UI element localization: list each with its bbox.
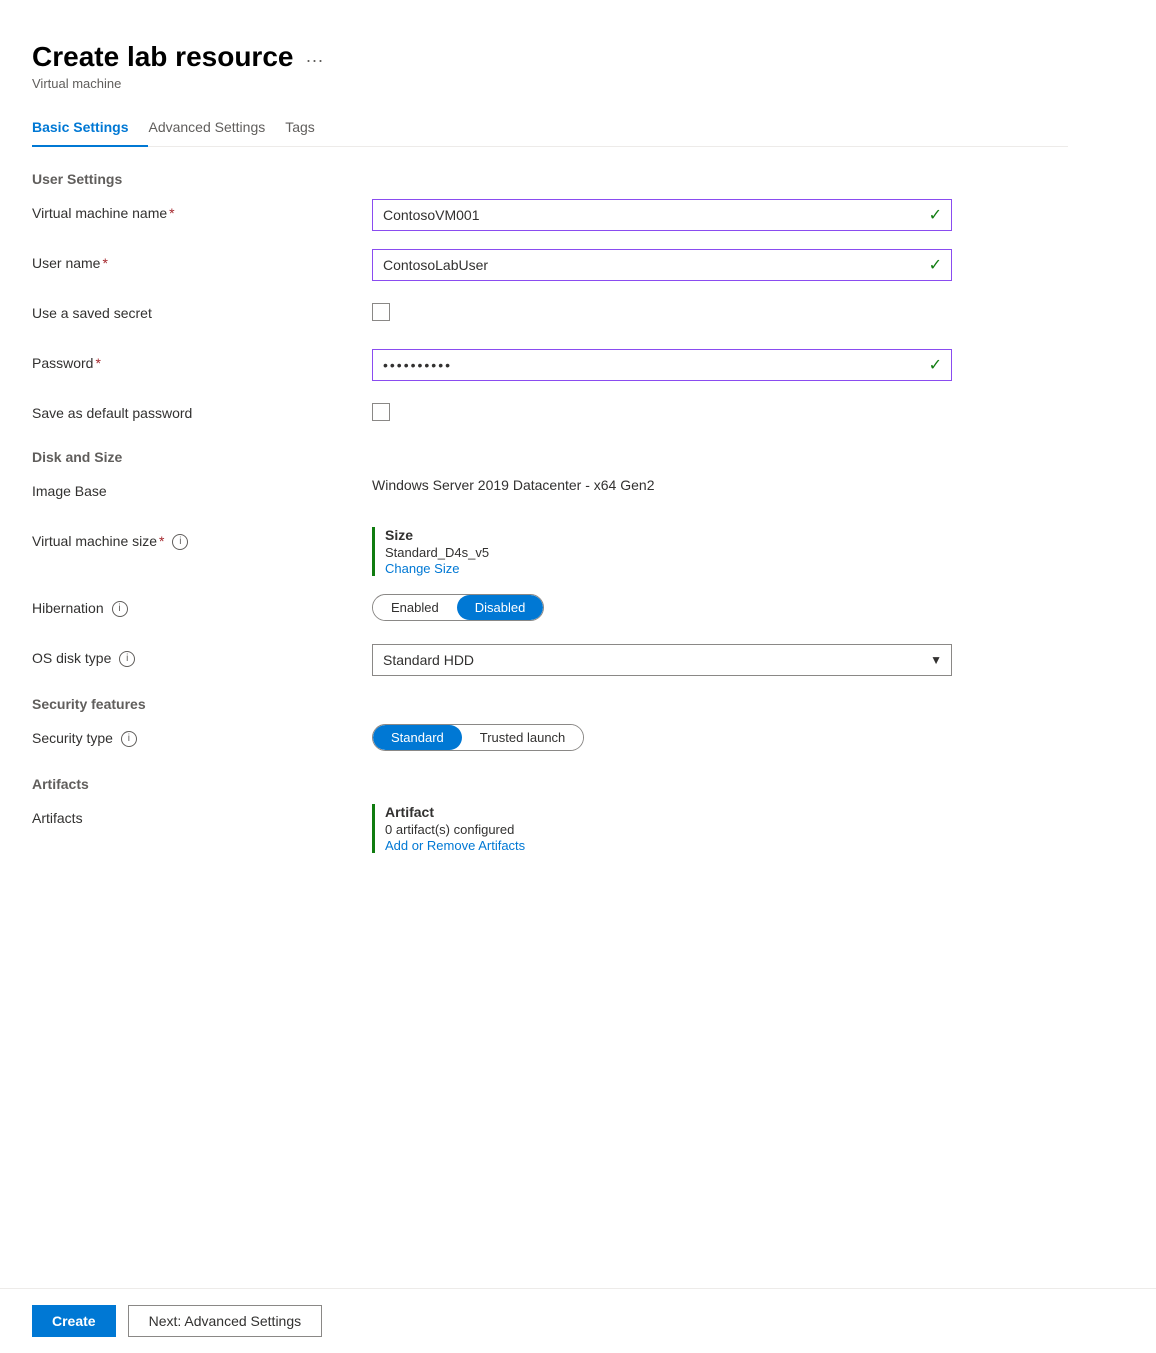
tab-tags[interactable]: Tags xyxy=(285,107,335,147)
security-type-info-icon[interactable]: i xyxy=(121,731,137,747)
add-remove-artifacts-link[interactable]: Add or Remove Artifacts xyxy=(385,838,525,853)
security-trusted-launch-option[interactable]: Trusted launch xyxy=(462,725,584,750)
hibernation-toggle-group: Enabled Disabled xyxy=(372,594,544,621)
footer: Create Next: Advanced Settings xyxy=(0,1288,1156,1353)
save-default-password-checkbox[interactable] xyxy=(372,403,390,421)
save-default-password-checkbox-wrapper xyxy=(372,403,1068,421)
tab-advanced-settings[interactable]: Advanced Settings xyxy=(148,107,285,147)
os-disk-type-select-wrapper: Standard HDD Standard SSD Premium SSD ▼ xyxy=(372,644,952,676)
artifact-count: 0 artifact(s) configured xyxy=(385,822,1068,837)
vm-name-input-wrapper: ✓ xyxy=(372,199,952,231)
vm-name-control: ✓ xyxy=(372,199,1068,231)
security-type-row: Security type i Standard Trusted launch xyxy=(32,724,1068,756)
next-advanced-settings-button[interactable]: Next: Advanced Settings xyxy=(128,1305,323,1337)
artifact-label: Artifact xyxy=(385,804,1068,820)
password-input[interactable] xyxy=(372,349,952,381)
vm-size-control: Size Standard_D4s_v5 Change Size xyxy=(372,527,1068,576)
save-default-password-control xyxy=(372,399,1068,421)
artifacts-control: Artifact 0 artifact(s) configured Add or… xyxy=(372,804,1068,853)
artifact-info-block: Artifact 0 artifact(s) configured Add or… xyxy=(372,804,1068,853)
change-size-link[interactable]: Change Size xyxy=(385,561,459,576)
vm-size-info-icon[interactable]: i xyxy=(172,534,188,550)
size-info-block: Size Standard_D4s_v5 Change Size xyxy=(372,527,1068,576)
size-value: Standard_D4s_v5 xyxy=(385,545,1068,560)
security-features-header: Security features xyxy=(32,696,1068,712)
more-options-icon[interactable]: ··· xyxy=(305,50,323,71)
os-disk-type-row: OS disk type i Standard HDD Standard SSD… xyxy=(32,644,1068,676)
user-name-input[interactable] xyxy=(372,249,952,281)
use-saved-secret-checkbox[interactable] xyxy=(372,303,390,321)
user-name-control: ✓ xyxy=(372,249,1068,281)
password-label: Password* xyxy=(32,349,372,371)
password-control: ✓ xyxy=(372,349,1068,381)
security-type-label: Security type i xyxy=(32,724,372,747)
os-disk-type-label: OS disk type i xyxy=(32,644,372,667)
page-title: Create lab resource xyxy=(32,40,293,74)
disk-size-header: Disk and Size xyxy=(32,449,1068,465)
image-base-row: Image Base Windows Server 2019 Datacente… xyxy=(32,477,1068,509)
password-input-wrapper: ✓ xyxy=(372,349,952,381)
use-saved-secret-row: Use a saved secret xyxy=(32,299,1068,331)
user-name-label: User name* xyxy=(32,249,372,271)
image-base-label: Image Base xyxy=(32,477,372,499)
vm-size-row: Virtual machine size* i Size Standard_D4… xyxy=(32,527,1068,576)
page-subtitle: Virtual machine xyxy=(32,76,1068,91)
security-type-control: Standard Trusted launch xyxy=(372,724,1068,751)
hibernation-row: Hibernation i Enabled Disabled xyxy=(32,594,1068,626)
size-label: Size xyxy=(385,527,1068,543)
use-saved-secret-control xyxy=(372,299,1068,321)
vm-name-row: Virtual machine name* ✓ xyxy=(32,199,1068,231)
vm-name-check-icon: ✓ xyxy=(929,205,942,225)
use-saved-secret-label: Use a saved secret xyxy=(32,299,372,321)
user-name-input-wrapper: ✓ xyxy=(372,249,952,281)
hibernation-disabled-option[interactable]: Disabled xyxy=(457,595,544,620)
security-type-toggle-group: Standard Trusted launch xyxy=(372,724,584,751)
vm-name-label: Virtual machine name* xyxy=(32,199,372,221)
image-base-value: Windows Server 2019 Datacenter - x64 Gen… xyxy=(372,477,1068,493)
hibernation-enabled-option[interactable]: Enabled xyxy=(373,595,457,620)
vm-size-label: Virtual machine size* i xyxy=(32,527,372,550)
save-default-password-row: Save as default password xyxy=(32,399,1068,431)
os-disk-type-info-icon[interactable]: i xyxy=(119,651,135,667)
hibernation-info-icon[interactable]: i xyxy=(112,601,128,617)
hibernation-control: Enabled Disabled xyxy=(372,594,1068,621)
tab-basic-settings[interactable]: Basic Settings xyxy=(32,107,148,147)
create-button[interactable]: Create xyxy=(32,1305,116,1337)
vm-name-input[interactable] xyxy=(372,199,952,231)
use-saved-secret-checkbox-wrapper xyxy=(372,303,1068,321)
save-default-password-label: Save as default password xyxy=(32,399,372,421)
os-disk-type-control: Standard HDD Standard SSD Premium SSD ▼ xyxy=(372,644,1068,676)
user-name-row: User name* ✓ xyxy=(32,249,1068,281)
tabs-container: Basic Settings Advanced Settings Tags xyxy=(32,107,1068,147)
user-settings-header: User Settings xyxy=(32,171,1068,187)
password-check-icon: ✓ xyxy=(929,355,942,375)
artifacts-header: Artifacts xyxy=(32,776,1068,792)
os-disk-type-select[interactable]: Standard HDD Standard SSD Premium SSD xyxy=(372,644,952,676)
artifacts-row: Artifacts Artifact 0 artifact(s) configu… xyxy=(32,804,1068,853)
password-row: Password* ✓ xyxy=(32,349,1068,381)
user-name-check-icon: ✓ xyxy=(929,255,942,275)
hibernation-label: Hibernation i xyxy=(32,594,372,617)
artifacts-label: Artifacts xyxy=(32,804,372,826)
security-standard-option[interactable]: Standard xyxy=(373,725,462,750)
